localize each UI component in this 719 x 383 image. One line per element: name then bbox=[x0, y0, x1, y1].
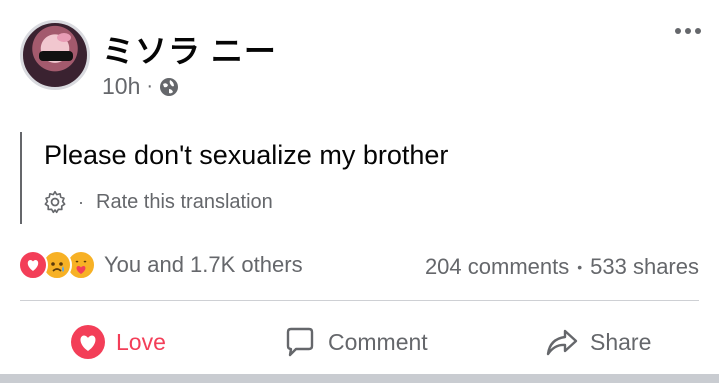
love-reaction-icon bbox=[18, 250, 48, 280]
avatar-bow bbox=[57, 33, 71, 42]
rate-separator: · bbox=[78, 191, 84, 212]
avatar-sunglasses bbox=[39, 51, 73, 61]
rate-translation-row: · Rate this translation bbox=[42, 189, 273, 215]
author-name[interactable]: ミソラ ニー bbox=[102, 26, 277, 72]
share-button[interactable]: Share bbox=[544, 318, 651, 366]
counts-separator: • bbox=[577, 259, 583, 275]
more-dot bbox=[685, 28, 691, 34]
comment-button-label: Comment bbox=[328, 328, 428, 355]
more-dot bbox=[675, 28, 681, 34]
bottom-separator-bar bbox=[0, 374, 719, 383]
love-button-label: Love bbox=[116, 328, 166, 355]
reactions-summary[interactable]: You and 1.7K others bbox=[18, 250, 303, 280]
reactions-summary-text[interactable]: You and 1.7K others bbox=[104, 252, 303, 278]
love-button[interactable]: Love bbox=[70, 318, 166, 366]
gear-icon[interactable] bbox=[42, 189, 68, 215]
translation-block: Please don't sexualize my brother · Rate… bbox=[20, 132, 662, 224]
comment-icon bbox=[286, 327, 314, 357]
comment-button[interactable]: Comment bbox=[282, 318, 428, 366]
translated-text: Please don't sexualize my brother bbox=[44, 140, 449, 170]
post-card: ミソラ ニー 10h · Please don't sexualize my b… bbox=[0, 0, 719, 383]
divider bbox=[20, 300, 699, 301]
share-icon bbox=[546, 329, 578, 356]
shares-count[interactable]: 533 shares bbox=[590, 254, 699, 280]
more-options-icon[interactable] bbox=[675, 28, 701, 34]
rate-translation-link[interactable]: Rate this translation bbox=[96, 191, 273, 214]
more-dot bbox=[695, 28, 701, 34]
share-button-label: Share bbox=[590, 328, 652, 355]
meta-separator: · bbox=[146, 75, 154, 97]
comments-count[interactable]: 204 comments bbox=[425, 254, 569, 280]
love-icon bbox=[71, 325, 105, 359]
action-bar: Love Comment Share bbox=[0, 318, 719, 366]
post-time[interactable]: 10h bbox=[102, 73, 140, 100]
post-meta: 10h · bbox=[102, 73, 179, 100]
author-avatar[interactable] bbox=[20, 20, 90, 90]
globe-icon[interactable] bbox=[159, 77, 179, 97]
engagement-counts: 204 comments • 533 shares bbox=[425, 254, 699, 280]
